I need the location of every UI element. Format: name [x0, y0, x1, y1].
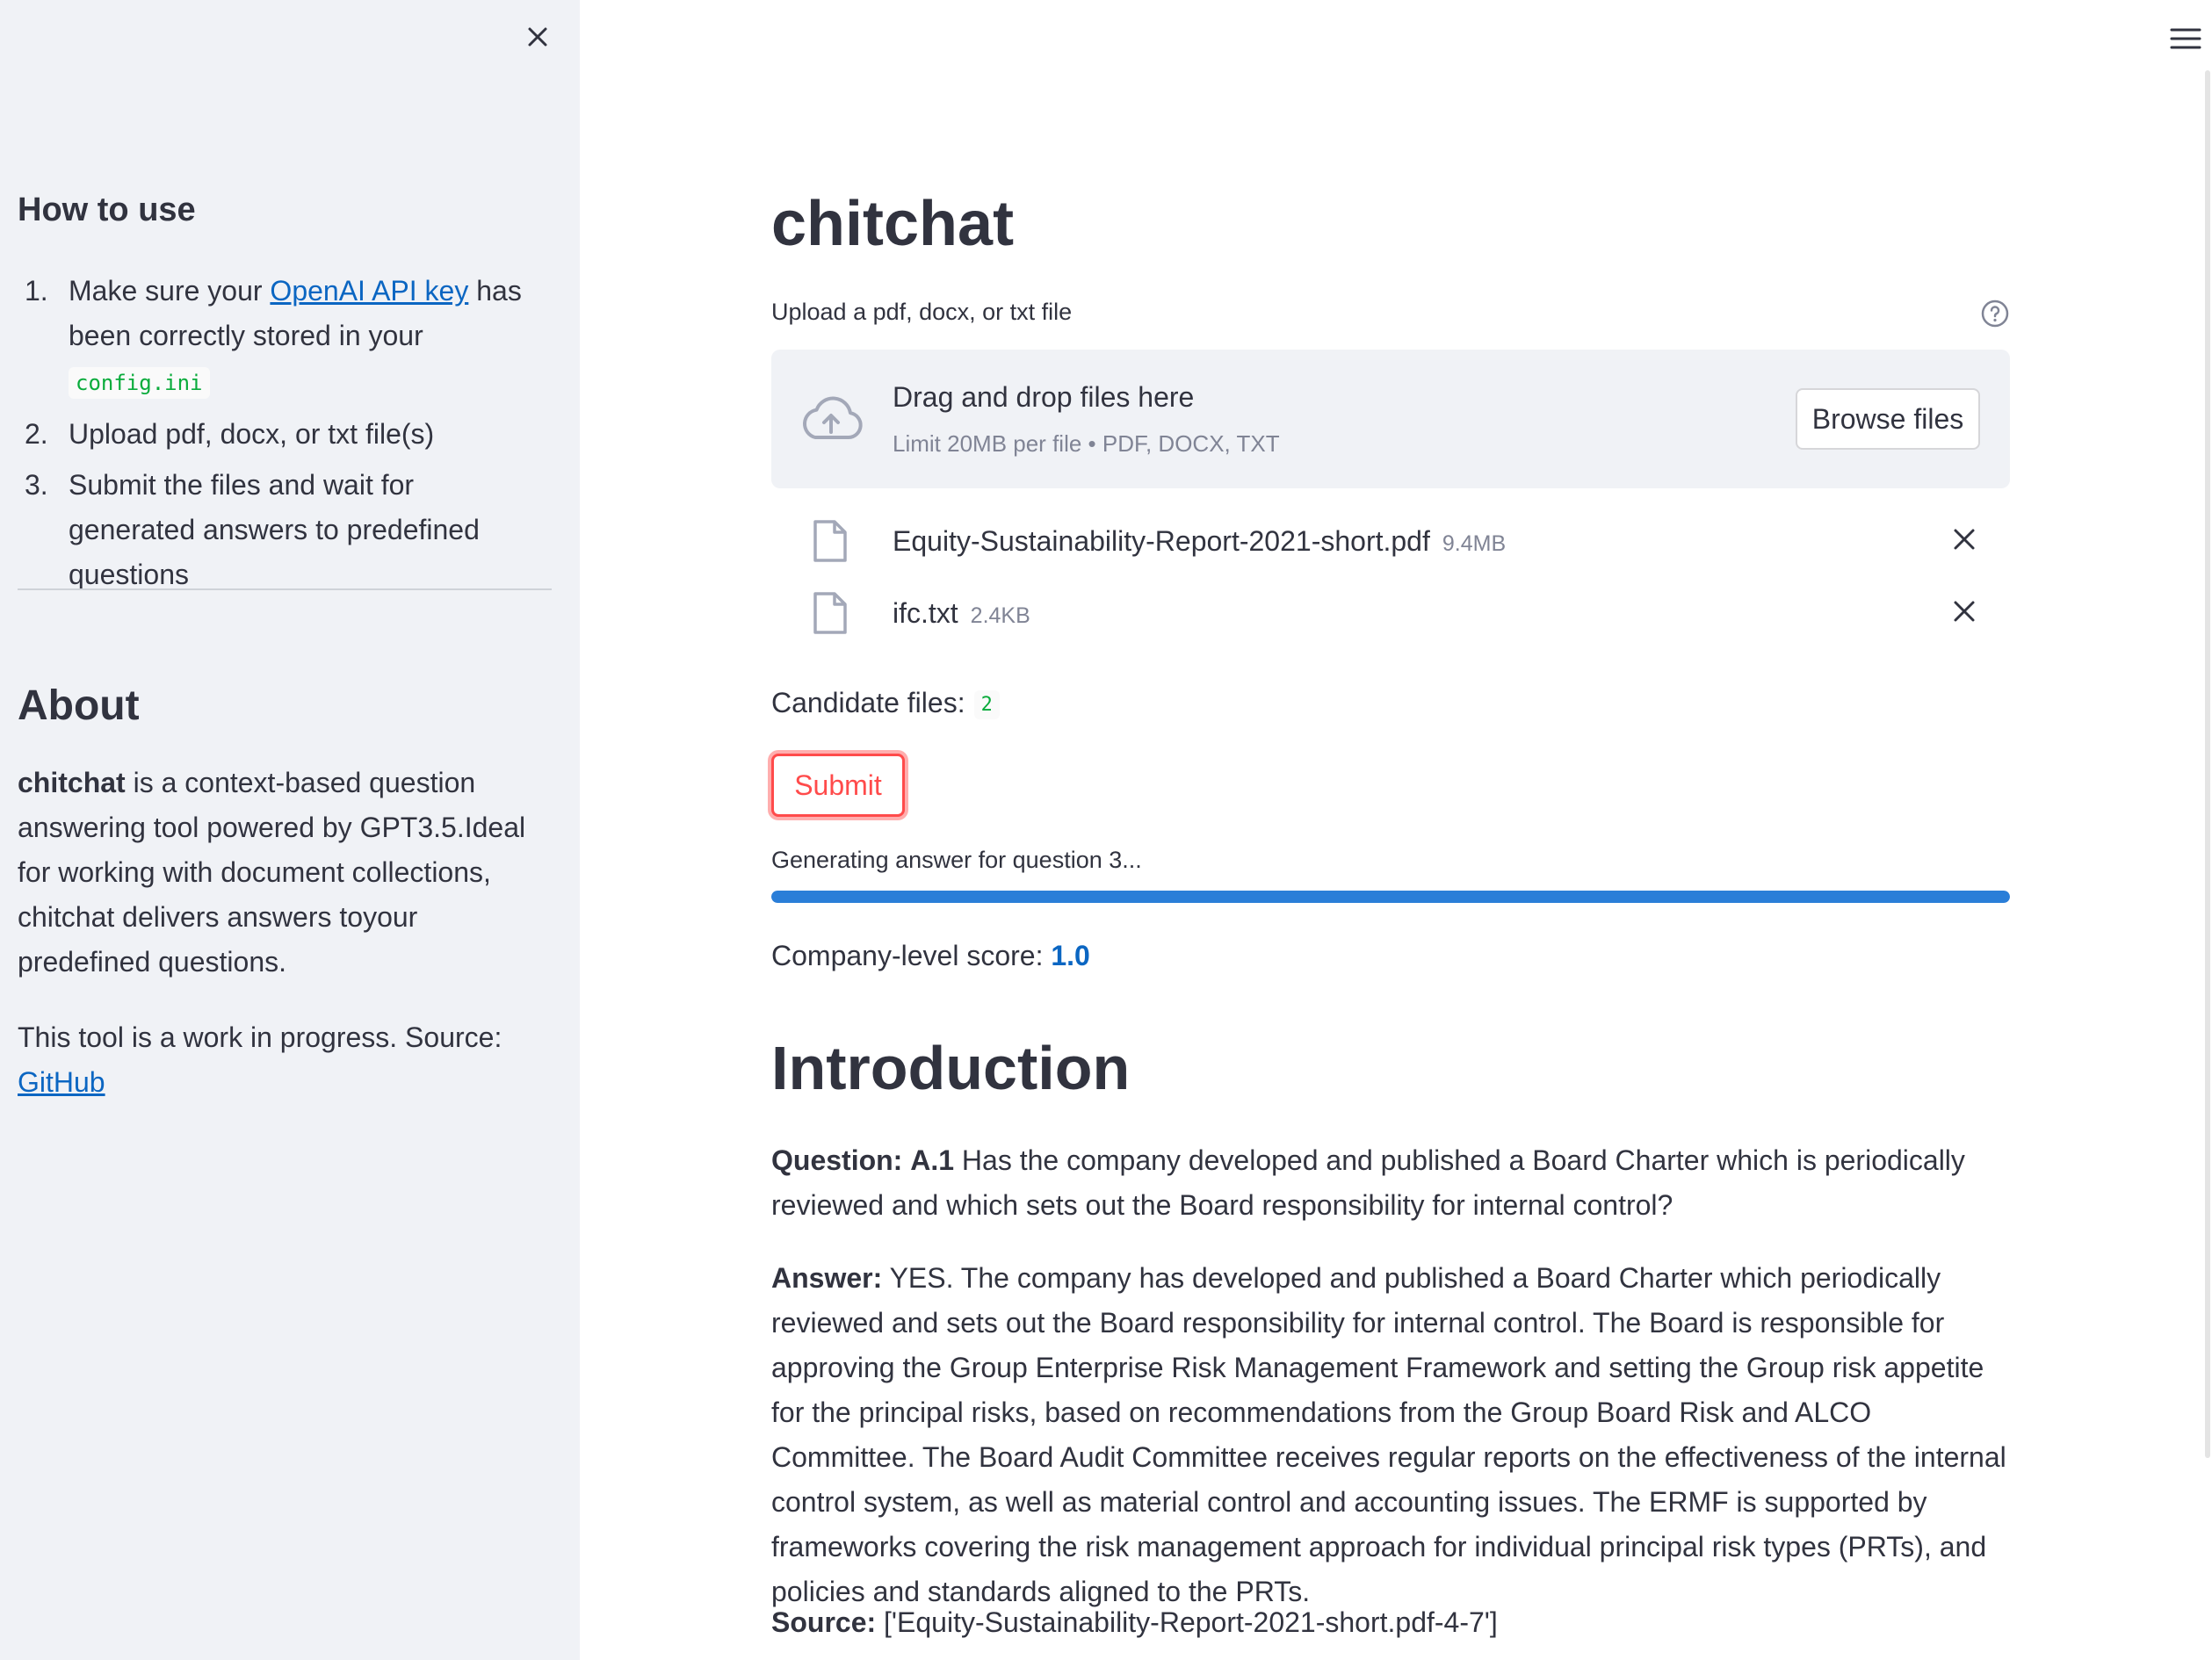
candidate-files: Candidate files: 2 — [771, 687, 1000, 720]
uploaded-file-row: Equity-Sustainability-Report-2021-short.… — [771, 518, 2010, 571]
company-score: Company-level score: 1.0 — [771, 940, 1090, 972]
candidate-files-count: 2 — [973, 690, 1000, 720]
browse-files-button[interactable]: Browse files — [1796, 388, 1980, 450]
file-size: 9.4MB — [1442, 531, 1507, 556]
file-name-text: Equity-Sustainability-Report-2021-short.… — [893, 525, 1430, 557]
sidebar-divider — [18, 588, 552, 590]
openai-api-key-link[interactable]: OpenAI API key — [270, 275, 468, 307]
file-icon — [813, 592, 847, 634]
progress-status-text: Generating answer for question 3... — [771, 847, 1142, 873]
about-description: chitchat is a context-based question ans… — [18, 761, 553, 985]
submit-button[interactable]: Submit — [771, 754, 905, 817]
list-item: 1. Make sure your OpenAI API key has bee… — [18, 269, 545, 406]
step-text-part: Make sure your — [69, 275, 271, 307]
file-name: ifc.txt 2.4KB — [893, 597, 1030, 630]
question-id: A.1 — [910, 1144, 955, 1176]
company-score-label: Company-level score: — [771, 940, 1044, 971]
app-name-bold: chitchat — [18, 767, 126, 798]
step-text: Submit the files and wait for generated … — [69, 469, 480, 590]
hamburger-menu-icon[interactable] — [2168, 23, 2203, 54]
candidate-files-label: Candidate files: — [771, 687, 965, 718]
step-number: 3. — [25, 469, 48, 501]
file-icon — [813, 520, 847, 562]
progress-bar-fill — [771, 891, 2010, 903]
dropzone-title: Drag and drop files here — [893, 381, 1195, 413]
config-file-code: config.ini — [69, 367, 210, 399]
scrollbar[interactable] — [2205, 70, 2210, 1458]
file-name: Equity-Sustainability-Report-2021-short.… — [893, 525, 1506, 558]
remove-file-icon[interactable] — [1950, 597, 1978, 625]
file-dropzone[interactable]: Drag and drop files here Limit 20MB per … — [771, 350, 2010, 488]
help-circle-icon[interactable] — [1980, 299, 2010, 328]
github-link[interactable]: GitHub — [18, 1066, 105, 1098]
source-paragraph: Source: ['Equity-Sustainability-Report-2… — [771, 1600, 2019, 1645]
step-text: Make sure your OpenAI API key has been c… — [69, 269, 545, 406]
upload-label: Upload a pdf, docx, or txt file — [771, 299, 1073, 325]
progress-bar — [771, 891, 2010, 903]
company-score-value: 1.0 — [1051, 940, 1090, 971]
section-heading: Introduction — [771, 1034, 1131, 1102]
source-text: ['Equity-Sustainability-Report-2021-shor… — [876, 1606, 1498, 1638]
answer-label: Answer: — [771, 1262, 883, 1294]
how-to-use-heading: How to use — [18, 191, 196, 228]
question-label: Question: — [771, 1144, 903, 1176]
source-note: This tool is a work in progress. Source:… — [18, 1015, 553, 1105]
step-text: Upload pdf, docx, or txt file(s) — [69, 418, 435, 450]
answer-text: YES. The company has developed and publi… — [771, 1262, 2006, 1607]
file-name-text: ifc.txt — [893, 597, 958, 629]
about-text: is a context-based question answering to… — [18, 767, 526, 978]
cloud-upload-icon — [803, 396, 863, 439]
answer-paragraph: Answer: YES. The company has developed a… — [771, 1256, 2019, 1614]
page-title: chitchat — [771, 189, 1015, 259]
source-label: Source: — [771, 1606, 877, 1638]
file-size: 2.4KB — [970, 603, 1030, 628]
remove-file-icon[interactable] — [1950, 525, 1978, 553]
step-number: 2. — [25, 418, 48, 450]
sidebar: How to use 1. Make sure your OpenAI API … — [0, 0, 580, 1660]
dropzone-limit-text: Limit 20MB per file • PDF, DOCX, TXT — [893, 430, 1280, 457]
list-item: 2. Upload pdf, docx, or txt file(s) — [18, 412, 545, 457]
uploaded-file-row: ifc.txt 2.4KB — [771, 590, 2010, 643]
question-paragraph: Question: A.1 Has the company developed … — [771, 1138, 2019, 1228]
list-item: 3. Submit the files and wait for generat… — [18, 463, 545, 597]
about-heading: About — [18, 682, 140, 729]
close-icon[interactable] — [522, 21, 553, 53]
how-to-use-list: 1. Make sure your OpenAI API key has bee… — [18, 269, 545, 603]
wip-text: This tool is a work in progress. Source: — [18, 1021, 502, 1053]
step-number: 1. — [25, 275, 48, 307]
